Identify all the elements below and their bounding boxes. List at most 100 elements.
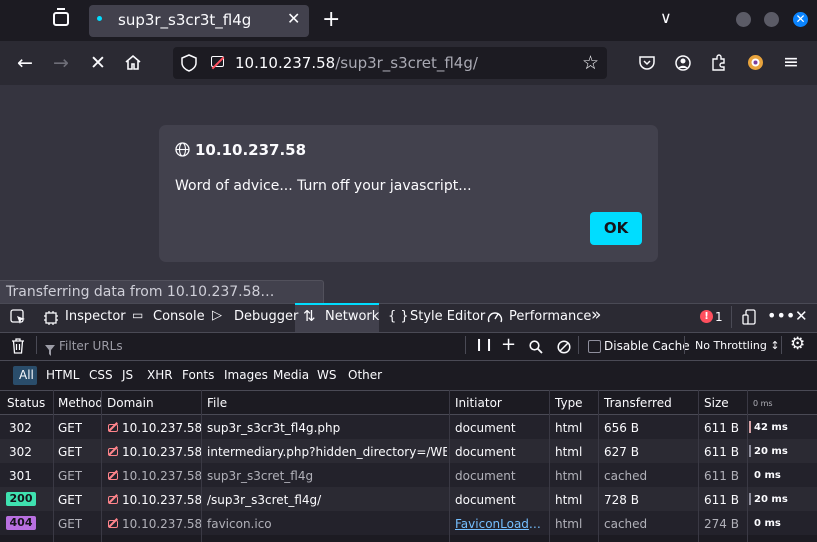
block-icon[interactable] — [557, 339, 571, 358]
throttling-value: No Throttling — [695, 339, 767, 352]
new-tab-button[interactable]: + — [322, 7, 340, 32]
shield-icon[interactable] — [181, 54, 197, 76]
col-file[interactable]: File — [207, 396, 227, 410]
performance-icon — [487, 309, 503, 328]
col-type[interactable]: Type — [555, 396, 583, 410]
insecure-connection-icon — [107, 445, 118, 456]
stop-icon[interactable]: ✕ — [90, 52, 106, 74]
tab-inspector[interactable]: Inspector — [65, 309, 126, 324]
request-domain: 10.10.237.58 — [122, 517, 203, 531]
more-options-icon[interactable]: ••• — [767, 306, 795, 325]
request-timing: 20 ms — [754, 446, 788, 457]
type-ws[interactable]: WS — [317, 368, 336, 382]
url-text[interactable]: 10.10.237.58/sup3r_s3cret_fl4g/ — [235, 54, 478, 72]
tab-network-indicator — [295, 303, 379, 305]
maximize-button[interactable] — [764, 12, 779, 27]
filter-urls-input[interactable]: Filter URLs — [59, 339, 123, 353]
type-xhr[interactable]: XHR — [147, 368, 173, 382]
inspector-icon — [44, 310, 58, 329]
ok-button[interactable]: OK — [590, 212, 642, 245]
column-divider — [598, 390, 599, 542]
close-devtools-icon[interactable]: ✕ — [795, 307, 808, 325]
divider — [684, 336, 685, 354]
type-all[interactable]: All — [19, 368, 34, 382]
col-timeline[interactable]: 0 ms — [753, 399, 773, 408]
tab-debugger[interactable]: Debugger — [234, 309, 298, 324]
col-domain[interactable]: Domain — [107, 396, 154, 410]
request-file: sup3r_s3cr3t_fl4g.php — [207, 421, 341, 435]
timing-bar — [749, 493, 751, 505]
settings-gear-icon[interactable]: ⚙ — [790, 334, 805, 354]
tab-performance[interactable]: Performance — [509, 309, 591, 324]
request-initiator[interactable]: FaviconLoader.jsm:191 — [455, 517, 545, 531]
col-transferred[interactable]: Transferred — [604, 396, 672, 410]
extensions-icon[interactable] — [711, 54, 727, 75]
tab-style-editor[interactable]: Style Editor — [410, 309, 485, 324]
extension-badge-icon[interactable] — [747, 54, 764, 75]
request-size: 611 B — [704, 445, 739, 459]
type-other[interactable]: Other — [348, 368, 382, 382]
column-divider — [53, 390, 54, 542]
request-domain: 10.10.237.58 — [122, 421, 203, 435]
disable-cache-checkbox[interactable] — [588, 340, 601, 353]
request-domain: 10.10.237.58 — [122, 445, 203, 459]
request-size: 274 B — [704, 517, 739, 531]
col-initiator[interactable]: Initiator — [455, 396, 502, 410]
add-request-icon[interactable]: + — [501, 334, 516, 355]
error-icon[interactable]: ! — [700, 310, 713, 323]
request-timing: 0 ms — [754, 470, 781, 481]
column-divider — [747, 390, 748, 542]
status-code: 302 — [9, 421, 32, 435]
col-size[interactable]: Size — [704, 396, 729, 410]
divider — [731, 306, 732, 328]
tab-view-icon[interactable] — [53, 8, 69, 26]
type-fonts[interactable]: Fonts — [182, 368, 214, 382]
back-icon[interactable]: ← — [17, 52, 33, 74]
list-tabs-chevron-icon[interactable]: ∨ — [660, 8, 672, 27]
request-domain: 10.10.237.58 — [122, 493, 203, 507]
account-icon[interactable] — [675, 55, 691, 75]
col-status[interactable]: Status — [7, 396, 45, 410]
divider — [781, 336, 782, 354]
type-images[interactable]: Images — [224, 368, 268, 382]
column-divider — [698, 390, 699, 542]
type-html[interactable]: HTML — [46, 368, 79, 382]
debugger-icon: ▷ — [212, 308, 222, 323]
dialog-message: Word of advice... Turn off your javascri… — [175, 178, 472, 194]
request-initiator: document — [455, 421, 516, 435]
request-method: GET — [58, 517, 83, 531]
element-picker-icon[interactable] — [10, 309, 26, 329]
throttling-select[interactable]: No Throttling ↕ — [695, 339, 780, 352]
responsive-design-icon[interactable] — [742, 309, 756, 329]
minimize-button[interactable] — [736, 12, 751, 27]
col-method[interactable]: Method — [58, 396, 103, 410]
bookmark-star-icon[interactable]: ☆ — [582, 52, 599, 74]
trash-icon[interactable] — [11, 338, 25, 358]
request-transferred: 627 B — [604, 445, 639, 459]
type-media[interactable]: Media — [273, 368, 309, 382]
menu-icon[interactable]: ≡ — [783, 51, 799, 73]
home-icon[interactable] — [124, 54, 142, 75]
request-type: html — [555, 445, 583, 459]
search-icon[interactable] — [529, 339, 543, 358]
request-transferred: 656 B — [604, 421, 639, 435]
status-code: 200 — [6, 492, 36, 506]
request-type: html — [555, 493, 583, 507]
tab-close-icon[interactable]: ✕ — [287, 9, 300, 28]
pause-icon[interactable]: ❙❙ — [474, 337, 494, 351]
request-transferred: cached — [604, 517, 648, 531]
forward-icon[interactable]: → — [53, 52, 69, 74]
request-method: GET — [58, 493, 83, 507]
more-tabs-chevron-icon[interactable]: » — [591, 305, 601, 325]
request-size: 611 B — [704, 493, 739, 507]
tab-network[interactable]: Network — [325, 309, 379, 324]
insecure-connection-icon — [107, 469, 118, 480]
type-js[interactable]: JS — [122, 368, 133, 382]
insecure-connection-icon — [107, 517, 118, 528]
pocket-icon[interactable] — [639, 55, 655, 74]
error-count[interactable]: 1 — [715, 310, 723, 324]
close-window-button[interactable]: ✕ — [793, 12, 808, 27]
tab-console[interactable]: Console — [153, 309, 205, 324]
request-initiator: document — [455, 493, 516, 507]
type-css[interactable]: CSS — [89, 368, 113, 382]
